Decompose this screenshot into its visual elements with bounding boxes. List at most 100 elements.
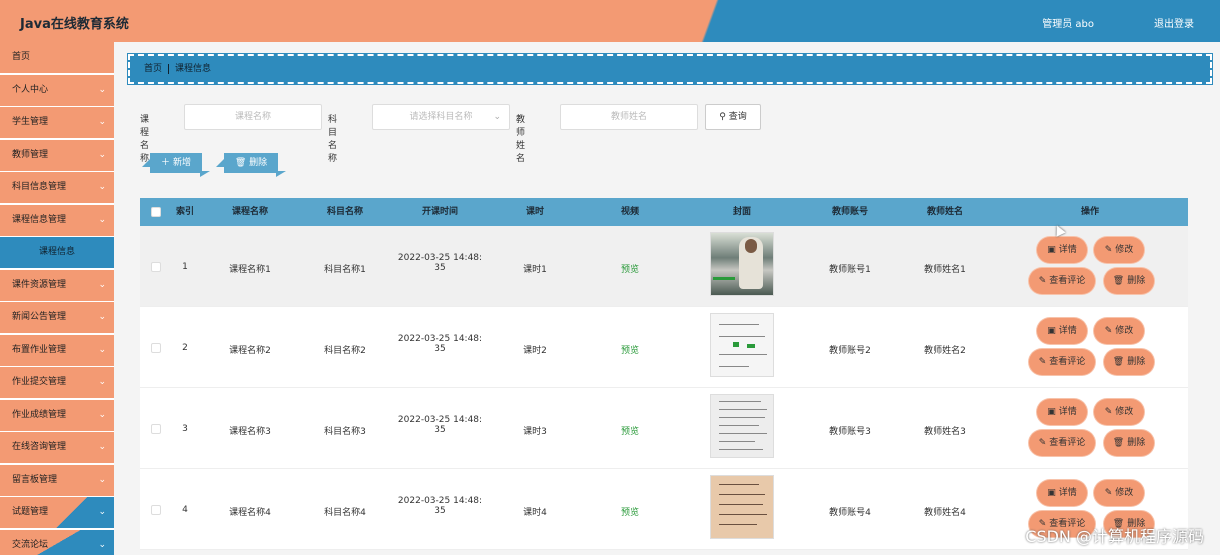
video-preview-link[interactable]: 预览	[610, 262, 650, 275]
sidebar-item-home[interactable]: 首页	[0, 42, 114, 73]
header-account: 教师账号	[831, 207, 868, 217]
query-button[interactable]: ⚲ 查询	[705, 104, 761, 130]
sidebar-item-questions[interactable]: 试题管理 ⌄	[0, 497, 114, 528]
sidebar-item-submit-homework[interactable]: 作业提交管理 ⌄	[0, 367, 114, 398]
edit-button[interactable]: ✎ 修改	[1096, 401, 1142, 423]
sidebar-item-courses[interactable]: 课程信息管理 ⌄	[0, 204, 114, 236]
course-name-input[interactable]: 课程名称	[184, 104, 322, 130]
sidebar-item-messages[interactable]: 留言板管理 ⌄	[0, 464, 114, 496]
row-index: 2	[182, 343, 188, 353]
sidebar-item-label: 科目信息管理	[12, 182, 67, 192]
edit-button[interactable]: ✎ 修改	[1096, 320, 1142, 342]
pencil-icon: ✎	[1038, 438, 1047, 448]
top-header: Java在线教育系统 管理员 abo 退出登录	[0, 0, 1220, 42]
sidebar-item-label: 留言板管理	[12, 474, 58, 485]
sidebar-item-news[interactable]: 新闻公告管理 ⌄	[0, 302, 114, 333]
cover-line	[719, 354, 767, 355]
cover-line	[719, 324, 759, 325]
sidebar-item-teachers[interactable]: 教师管理 ⌄	[0, 139, 114, 171]
row-time-line2: 35	[434, 344, 446, 354]
cover-line	[719, 433, 767, 434]
row-course: 课程名称4	[229, 508, 271, 518]
cover-image[interactable]	[710, 475, 774, 539]
logout-link[interactable]: 退出登录	[1154, 15, 1194, 30]
sidebar-item-students[interactable]: 学生管理 ⌄	[0, 107, 114, 138]
row-checkbox[interactable]	[151, 262, 161, 272]
chevron-down-icon: ⌄	[98, 409, 106, 420]
view-comments-label: 查看评论	[1049, 357, 1086, 367]
row-time-line1: 2022-03-25 14:48:	[397, 415, 483, 425]
breadcrumb: 首页 课程信息	[128, 54, 1212, 84]
delete-button[interactable]: 🗑 删除	[1106, 270, 1152, 292]
detail-button[interactable]: ▣ 详情	[1039, 482, 1085, 504]
row-subject: 科目名称1	[324, 265, 366, 275]
cover-image[interactable]	[710, 313, 774, 377]
sidebar-item-personal[interactable]: 个人中心 ⌄	[0, 74, 114, 106]
row-checkbox[interactable]	[151, 343, 161, 353]
cover-line	[719, 441, 755, 442]
sidebar-item-grades[interactable]: 作业成绩管理 ⌄	[0, 399, 114, 431]
document-icon: ▣	[1047, 407, 1056, 417]
delete-button[interactable]: 🗑 删除	[1106, 351, 1152, 373]
row-checkbox[interactable]	[151, 424, 161, 434]
header-course: 课程名称	[231, 207, 268, 217]
batch-delete-label: 删除	[249, 158, 268, 168]
cover-mark	[713, 277, 735, 280]
cover-line	[719, 484, 759, 485]
teacher-name-label: 教师姓名	[516, 115, 526, 164]
header-subject: 科目名称	[326, 207, 363, 217]
sidebar-subitem-course-info[interactable]: 课程信息	[0, 237, 114, 268]
chevron-down-icon: ⌄	[98, 84, 106, 95]
subject-select[interactable]: 请选择科目名称 ⌄	[372, 104, 510, 130]
edit-button[interactable]: ✎ 修改	[1096, 482, 1142, 504]
sidebar-item-forum[interactable]: 交流论坛 ⌄	[0, 529, 114, 555]
row-subject: 科目名称4	[324, 508, 366, 518]
cover-image[interactable]	[710, 394, 774, 458]
video-preview-link[interactable]: 预览	[610, 424, 650, 437]
view-comments-button[interactable]: ✎ 查看评论	[1031, 270, 1093, 292]
sidebar-item-label: 作业成绩管理	[12, 409, 67, 420]
row-time-line1: 2022-03-25 14:48:	[397, 334, 483, 344]
view-comments-button[interactable]: ✎ 查看评论	[1031, 351, 1093, 373]
sidebar-item-label: 教师管理	[12, 149, 49, 160]
chevron-down-icon: ⌄	[98, 474, 106, 485]
sidebar-item-label: 课件资源管理	[12, 279, 67, 290]
header-cover: 封面	[732, 207, 751, 217]
detail-button[interactable]: ▣ 详情	[1039, 320, 1085, 342]
cover-figure-head	[745, 239, 757, 253]
detail-button[interactable]: ▣ 详情	[1039, 401, 1085, 423]
chevron-down-icon: ⌄	[493, 112, 501, 122]
sidebar-item-consult[interactable]: 在线咨询管理 ⌄	[0, 432, 114, 463]
video-preview-link[interactable]: 预览	[610, 343, 650, 356]
cover-image[interactable]	[710, 232, 774, 296]
batch-delete-button[interactable]: 🗑 删除	[216, 153, 286, 177]
delete-button[interactable]: 🗑 删除	[1106, 432, 1152, 454]
edit-button[interactable]: ✎ 修改	[1096, 239, 1142, 261]
breadcrumb-home[interactable]: 首页	[144, 64, 162, 74]
current-user: 管理员 abo	[1042, 19, 1094, 30]
row-checkbox[interactable]	[151, 505, 161, 515]
sidebar-item-assign-homework[interactable]: 布置作业管理 ⌄	[0, 334, 114, 366]
cover-line	[719, 366, 749, 367]
detail-button[interactable]: ▣ 详情	[1039, 239, 1085, 261]
teacher-name-input[interactable]: 教师姓名	[560, 104, 698, 130]
cover-line	[719, 494, 765, 495]
sidebar-item-courseware[interactable]: 课件资源管理 ⌄	[0, 269, 114, 301]
chevron-down-icon: ⌄	[98, 182, 106, 192]
trash-icon: 🗑	[1112, 357, 1125, 367]
sidebar-item-label: 布置作业管理	[12, 344, 67, 355]
row-course: 课程名称3	[229, 427, 271, 437]
chevron-down-icon: ⌄	[98, 539, 106, 550]
header-index: 索引	[175, 207, 194, 217]
video-preview-link[interactable]: 预览	[610, 505, 650, 518]
add-button[interactable]: ＋ 新增	[142, 153, 210, 177]
select-all-checkbox[interactable]	[151, 207, 161, 217]
row-time-line1: 2022-03-25 14:48:	[397, 496, 483, 506]
pencil-icon: ✎	[1104, 407, 1113, 417]
view-comments-button[interactable]: ✎ 查看评论	[1031, 432, 1093, 454]
sidebar-item-label: 在线咨询管理	[12, 442, 67, 452]
sidebar-item-label: 课程信息	[38, 247, 75, 257]
sidebar-item-subjects[interactable]: 科目信息管理 ⌄	[0, 172, 114, 203]
row-account: 教师账号3	[829, 427, 871, 437]
table-row: 2 课程名称2 科目名称2 2022-03-25 14:48: 35 课时2 预览…	[140, 307, 1188, 388]
